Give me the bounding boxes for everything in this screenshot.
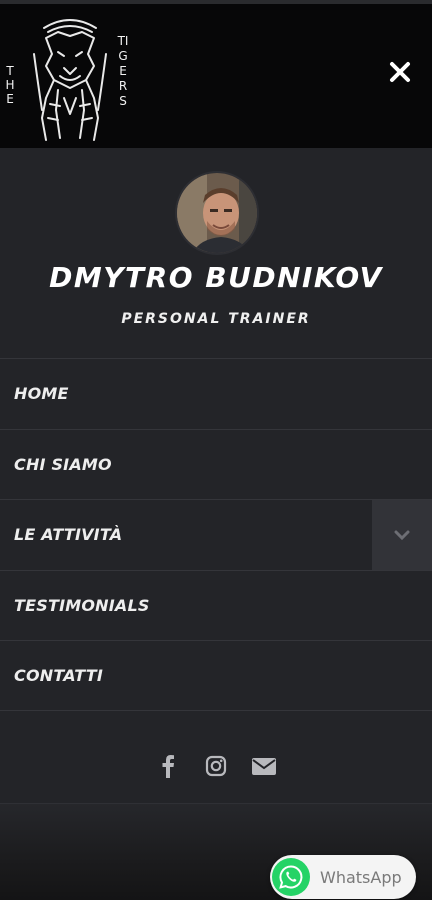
chevron-down-icon [394, 530, 410, 540]
email-icon [252, 758, 276, 775]
social-links [0, 746, 432, 786]
whatsapp-icon [272, 858, 310, 896]
menu-item-le-attivita[interactable]: LE ATTIVITÀ [0, 499, 432, 570]
close-icon [390, 62, 410, 82]
menu-item-testimonials[interactable]: TESTIMONIALS [0, 569, 432, 641]
menu-item-home[interactable]: HOME [0, 358, 432, 429]
menu-item-label: HOME [14, 384, 69, 404]
top-bar: THE TIGERS [0, 0, 432, 148]
logo-word-tigers: TIGERS [117, 34, 129, 108]
profile-role: PERSONAL TRAINER [121, 311, 311, 327]
facebook-icon [162, 755, 174, 778]
main-menu: HOME CHI SIAMO LE ATTIVITÀ TESTIMONIALS … [0, 358, 432, 711]
the-tigers-logo[interactable]: THE TIGERS [0, 14, 140, 144]
profile-name: DMYTRO BUDNIKOV [49, 261, 383, 294]
close-menu-button[interactable] [382, 54, 418, 90]
facebook-link[interactable] [155, 753, 181, 779]
avatar [175, 171, 259, 255]
whatsapp-button[interactable]: WhatsApp [270, 855, 416, 899]
logo-word-the: THE [5, 64, 15, 106]
email-link[interactable] [251, 753, 277, 779]
menu-item-label: CONTATTI [14, 666, 104, 686]
menu-item-label: LE ATTIVITÀ [14, 525, 123, 545]
menu-item-chi-siamo[interactable]: CHI SIAMO [0, 428, 432, 500]
instagram-link[interactable] [203, 753, 229, 779]
instagram-icon [205, 755, 227, 777]
menu-item-contatti[interactable]: CONTATTI [0, 640, 432, 711]
submenu-toggle-button[interactable] [372, 500, 432, 570]
menu-item-label: TESTIMONIALS [14, 596, 150, 616]
menu-item-label: CHI SIAMO [14, 454, 112, 474]
tiger-emblem-icon [33, 19, 107, 141]
profile-photo [177, 173, 257, 253]
whatsapp-label: WhatsApp [320, 867, 402, 887]
nav-drawer: DMYTRO BUDNIKOV PERSONAL TRAINER HOME CH… [0, 148, 432, 804]
